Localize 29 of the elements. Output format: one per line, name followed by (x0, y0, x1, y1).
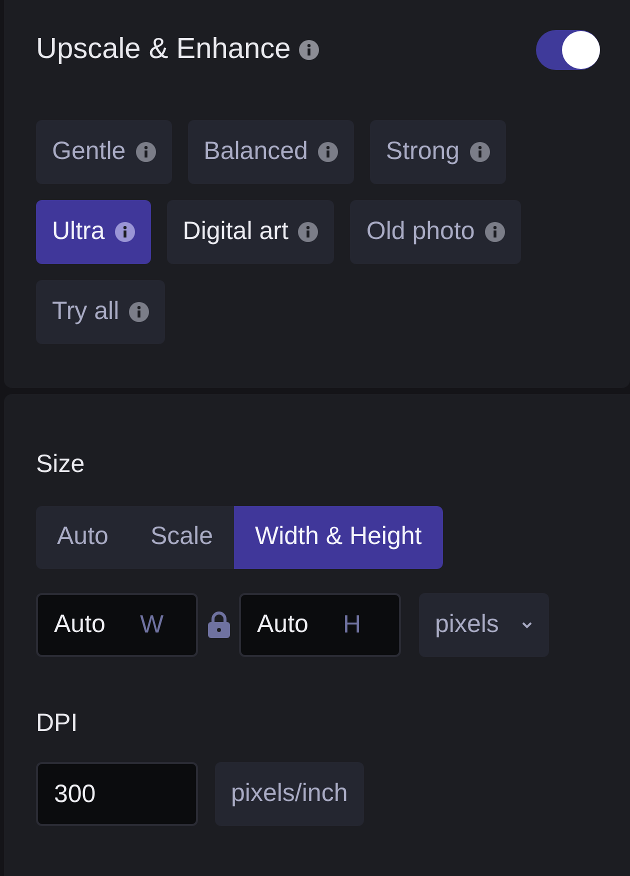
info-icon[interactable] (136, 142, 156, 162)
info-icon[interactable] (470, 142, 490, 162)
unit-dropdown[interactable]: pixels (419, 592, 549, 656)
preset-button[interactable]: Strong (370, 120, 506, 184)
preset-button[interactable]: Balanced (188, 120, 354, 184)
dpi-field[interactable]: 300 (36, 762, 198, 826)
section-title: Upscale & Enhance (36, 32, 291, 67)
toggle-switch[interactable] (536, 30, 600, 70)
segment-tab[interactable]: Width & Height (234, 506, 443, 568)
field-suffix: H (343, 608, 362, 640)
field-label: Size (36, 449, 86, 480)
info-icon[interactable] (298, 222, 318, 242)
preset-button[interactable]: Try all (36, 280, 166, 344)
info-icon[interactable] (318, 142, 338, 162)
info-icon[interactable] (129, 302, 150, 322)
lock-icon[interactable] (207, 610, 231, 638)
chevron-down-icon (520, 620, 533, 628)
preset-button[interactable]: Ultra (36, 200, 151, 264)
info-icon[interactable] (114, 222, 135, 242)
preset-button[interactable]: Old photo (350, 200, 521, 264)
segment-tab[interactable]: Auto (36, 506, 130, 568)
field-label: DPI (36, 708, 79, 738)
segment-tab[interactable]: Scale (129, 506, 234, 568)
info-icon[interactable] (484, 222, 505, 242)
info-icon[interactable] (298, 40, 319, 60)
preset-button[interactable]: Digital art (166, 200, 334, 264)
preset-button[interactable]: Gentle (36, 120, 172, 184)
field-suffix: W (140, 608, 164, 640)
unit-label: pixels/inch (215, 762, 364, 826)
